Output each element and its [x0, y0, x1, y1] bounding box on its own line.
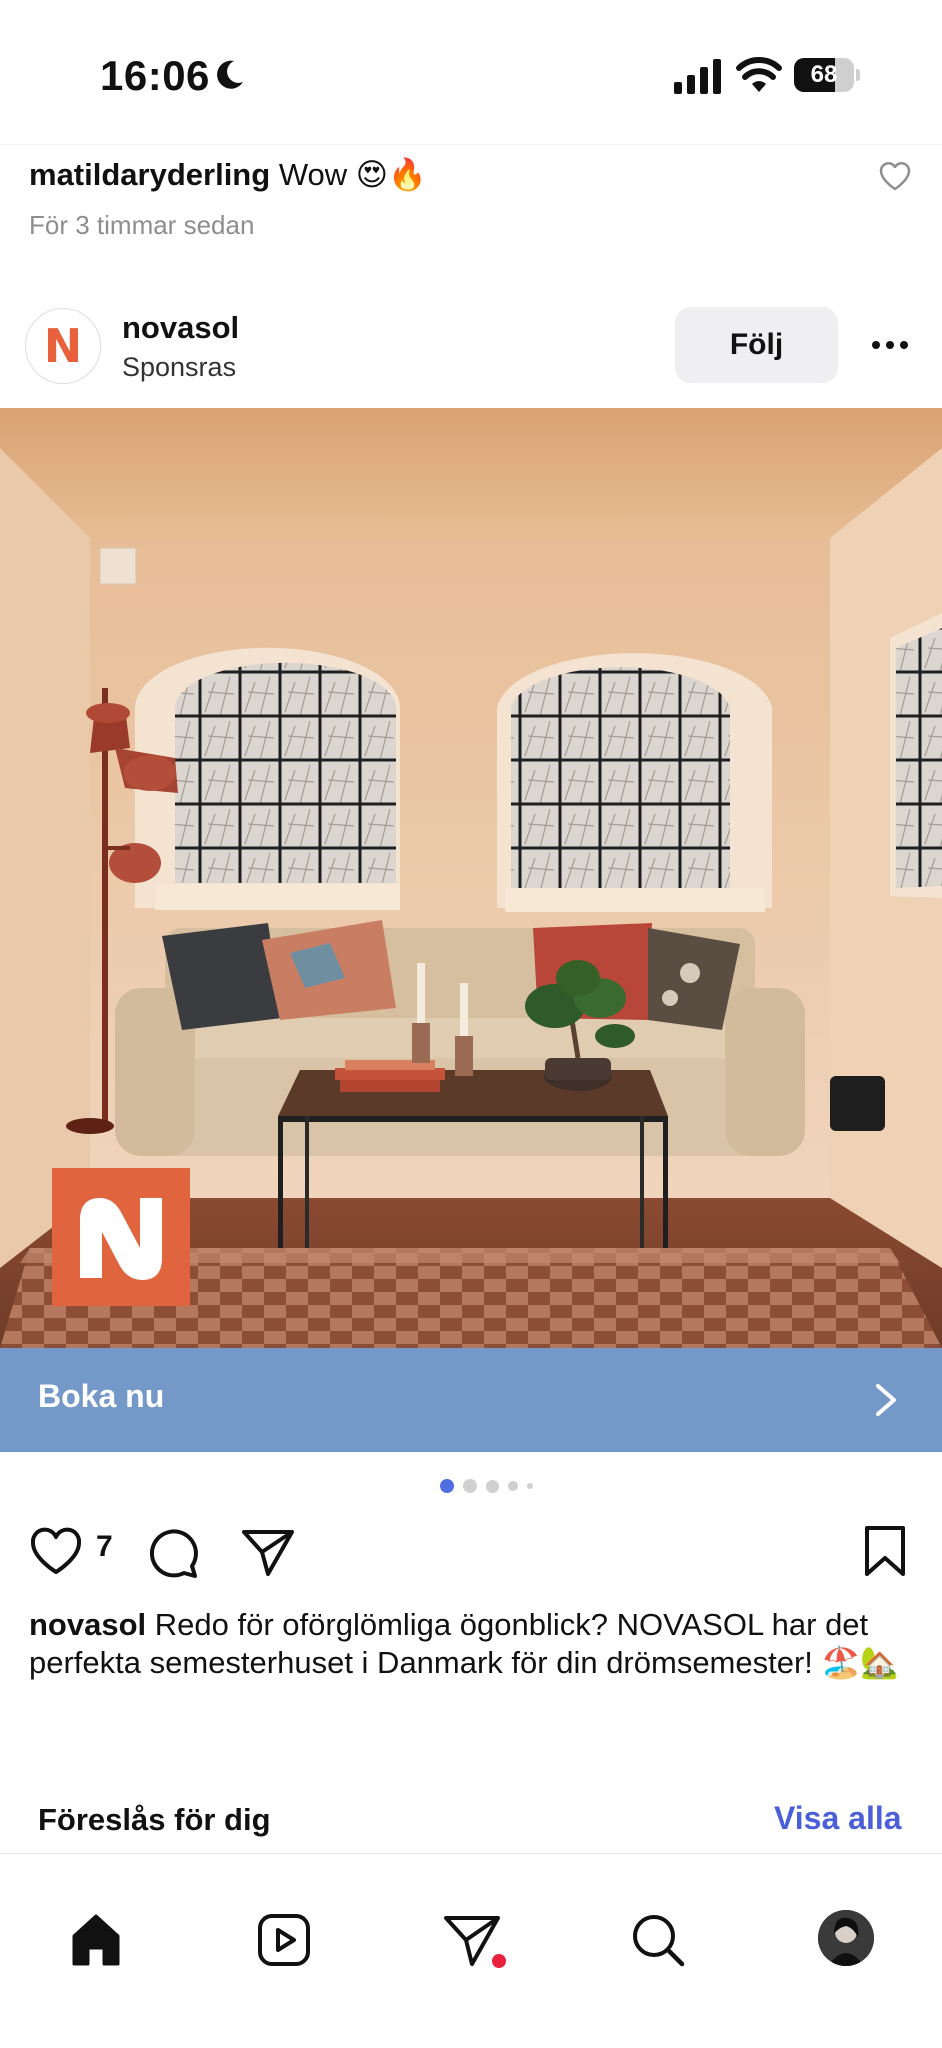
notification-dot [492, 1954, 506, 1968]
profile-avatar[interactable] [818, 1910, 874, 1966]
post-header: N novasol Sponsras Följ [0, 300, 942, 408]
carousel-dot-active [440, 1479, 454, 1493]
status-bar: 16:06 68 [0, 0, 942, 145]
comment-timestamp: För 3 timmar sedan [29, 210, 255, 240]
comment-heart-icon[interactable] [878, 160, 912, 192]
like-heart-icon[interactable] [28, 1526, 84, 1576]
sponsored-label: Sponsras [122, 352, 237, 382]
account-name[interactable]: novasol [122, 310, 239, 346]
post-action-bar: 7 [0, 1520, 942, 1580]
carousel-dot [463, 1479, 477, 1493]
cta-label: Boka nu [38, 1378, 165, 1414]
carousel-dot [508, 1481, 518, 1491]
comment-username[interactable]: matildaryderling [29, 157, 270, 192]
share-icon[interactable] [240, 1526, 296, 1578]
carousel-dot [486, 1479, 499, 1493]
bookmark-icon[interactable] [862, 1524, 908, 1578]
search-icon[interactable] [628, 1910, 688, 1970]
divider [0, 144, 942, 145]
account-avatar[interactable]: N [25, 308, 101, 384]
caption-username[interactable]: novasol [29, 1607, 146, 1642]
avatar-logo-letter: N [43, 319, 83, 373]
bottom-nav [0, 1854, 942, 2048]
wifi-icon [736, 57, 782, 92]
comment-icon[interactable] [146, 1526, 200, 1580]
moon-icon [217, 60, 243, 89]
comment-text: Wow 😍🔥 [278, 157, 427, 192]
comment-row: matildaryderling Wow 😍🔥 [29, 156, 427, 193]
status-time: 16:06 [100, 52, 210, 99]
suggestions-title: Föreslås för dig [38, 1802, 271, 1837]
battery-percent: 68 [810, 61, 838, 88]
post-caption: novasol Redo för oförglömliga ögonblick?… [29, 1606, 909, 1682]
carousel-dot [527, 1483, 533, 1489]
chevron-right-icon [876, 1384, 896, 1416]
signal-icon [674, 59, 721, 94]
reels-icon[interactable] [254, 1910, 314, 1970]
home-icon[interactable] [66, 1910, 126, 1970]
carousel-indicator [440, 1478, 550, 1494]
follow-button[interactable]: Följ [675, 307, 838, 383]
see-all-link[interactable]: Visa alla [774, 1800, 902, 1837]
caption-text: Redo för oförglömliga ögonblick? NOVASOL… [29, 1607, 899, 1680]
post-image[interactable] [0, 408, 942, 1348]
like-count[interactable]: 7 [96, 1530, 113, 1564]
battery-icon: 68 [794, 58, 860, 92]
more-options-icon[interactable] [868, 330, 912, 360]
book-now-cta[interactable]: Boka nu [0, 1348, 942, 1452]
